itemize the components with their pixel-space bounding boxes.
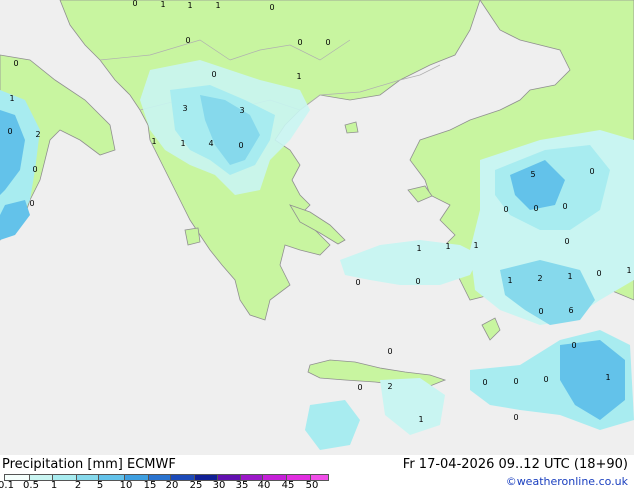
precip-value-label: 0 — [415, 277, 420, 286]
precip-value-label: 0 — [533, 204, 538, 213]
precip-value-label: 2 — [35, 130, 40, 139]
precip-value-label: 2 — [387, 382, 392, 391]
scale-ticks: 0.1 0.5 1 2 5 10 15 20 25 30 35 40 45 50 — [0, 480, 330, 492]
scale-tick-label: 2 — [74, 480, 82, 491]
precip-value-label: 1 — [507, 276, 512, 285]
precip-value-label: 4 — [208, 139, 213, 148]
precip-value-label: 3 — [239, 106, 244, 115]
scale-tick-label: 20 — [165, 480, 179, 491]
precip-value-label: 0 — [7, 127, 12, 136]
precip-value-label: 0 — [571, 341, 576, 350]
precip-value-label: 1 — [418, 415, 423, 424]
precip-value-label: 1 — [605, 373, 610, 382]
precipitation-map: 0 1 1 1 0 0 0 0 0 0 1 1 3 3 0 2 1 1 4 0 0 5 0 0 0 0 0 1 1 1 0 0 1 2 1 0 1 0 6 0… — [0, 0, 634, 455]
precip-value-label: 0 — [564, 237, 569, 246]
scale-tick-label: 5 — [96, 480, 104, 491]
precip-value-label: 0 — [355, 278, 360, 287]
footer: Precipitation [mm] ECMWF Fr 17-04-2026 0… — [0, 455, 634, 492]
precip-value-label: 0 — [297, 38, 302, 47]
precip-value-label: 1 — [473, 241, 478, 250]
precip-value-label: 0 — [482, 378, 487, 387]
precip-value-label: 1 — [9, 94, 14, 103]
precip-value-label: 0 — [211, 70, 216, 79]
valid-time: Fr 17-04-2026 09..12 UTC (18+90) — [402, 457, 628, 472]
scale-tick-label: 0.5 — [23, 480, 39, 491]
precip-value-label: 0 — [503, 205, 508, 214]
scale-tick-label: 50 — [305, 480, 319, 491]
precip-value-label: 0 — [543, 375, 548, 384]
precip-value-label: 0 — [596, 269, 601, 278]
precip-value-label: 0 — [562, 202, 567, 211]
precip-value-label: 0 — [29, 199, 34, 208]
precip-value-label: 0 — [513, 413, 518, 422]
precip-value-label: 1 — [567, 272, 572, 281]
precip-value-label: 3 — [182, 104, 187, 113]
precip-value-label: 0 — [589, 167, 594, 176]
precip-value-label: 0 — [132, 0, 137, 8]
precip-value-label: 1 — [445, 242, 450, 251]
precip-value-label: 0 — [269, 3, 274, 12]
precip-value-label: 0 — [32, 165, 37, 174]
precip-value-label: 5 — [530, 170, 535, 179]
scale-tick-label: 0.1 — [0, 480, 14, 491]
precip-value-label: 0 — [357, 383, 362, 392]
precip-value-label: 0 — [13, 59, 18, 68]
precip-value-label: 0 — [185, 36, 190, 45]
scale-tick-label: 30 — [212, 480, 226, 491]
precip-value-label: 0 — [325, 38, 330, 47]
scale-tick-label: 35 — [235, 480, 249, 491]
scale-tick-label: 25 — [189, 480, 203, 491]
scale-tick-label: 10 — [119, 480, 133, 491]
scale-tick-label: 1 — [50, 480, 58, 491]
scale-tick-label: 15 — [143, 480, 157, 491]
scale-tick-label: 40 — [257, 480, 271, 491]
precip-value-label: 1 — [626, 266, 631, 275]
precip-value-label: 1 — [180, 139, 185, 148]
precip-value-label: 0 — [238, 141, 243, 150]
map-title: Precipitation [mm] ECMWF — [2, 457, 176, 472]
precip-value-label: 1 — [215, 1, 220, 10]
land-ionian — [184, 227, 201, 246]
scale-tick-label: 45 — [281, 480, 295, 491]
precip-value-label: 1 — [187, 1, 192, 10]
precip-value-label: 0 — [538, 307, 543, 316]
precip-value-label: 1 — [151, 137, 156, 146]
precip-value-label: 1 — [296, 72, 301, 81]
credit-text: ©weatheronline.co.uk — [505, 475, 628, 488]
precip-value-label: 0 — [513, 377, 518, 386]
precip-value-label: 6 — [568, 306, 573, 315]
precip-value-label: 0 — [387, 347, 392, 356]
precip-value-label: 2 — [537, 274, 542, 283]
precip-value-label: 1 — [416, 244, 421, 253]
precip-value-label: 1 — [160, 0, 165, 9]
